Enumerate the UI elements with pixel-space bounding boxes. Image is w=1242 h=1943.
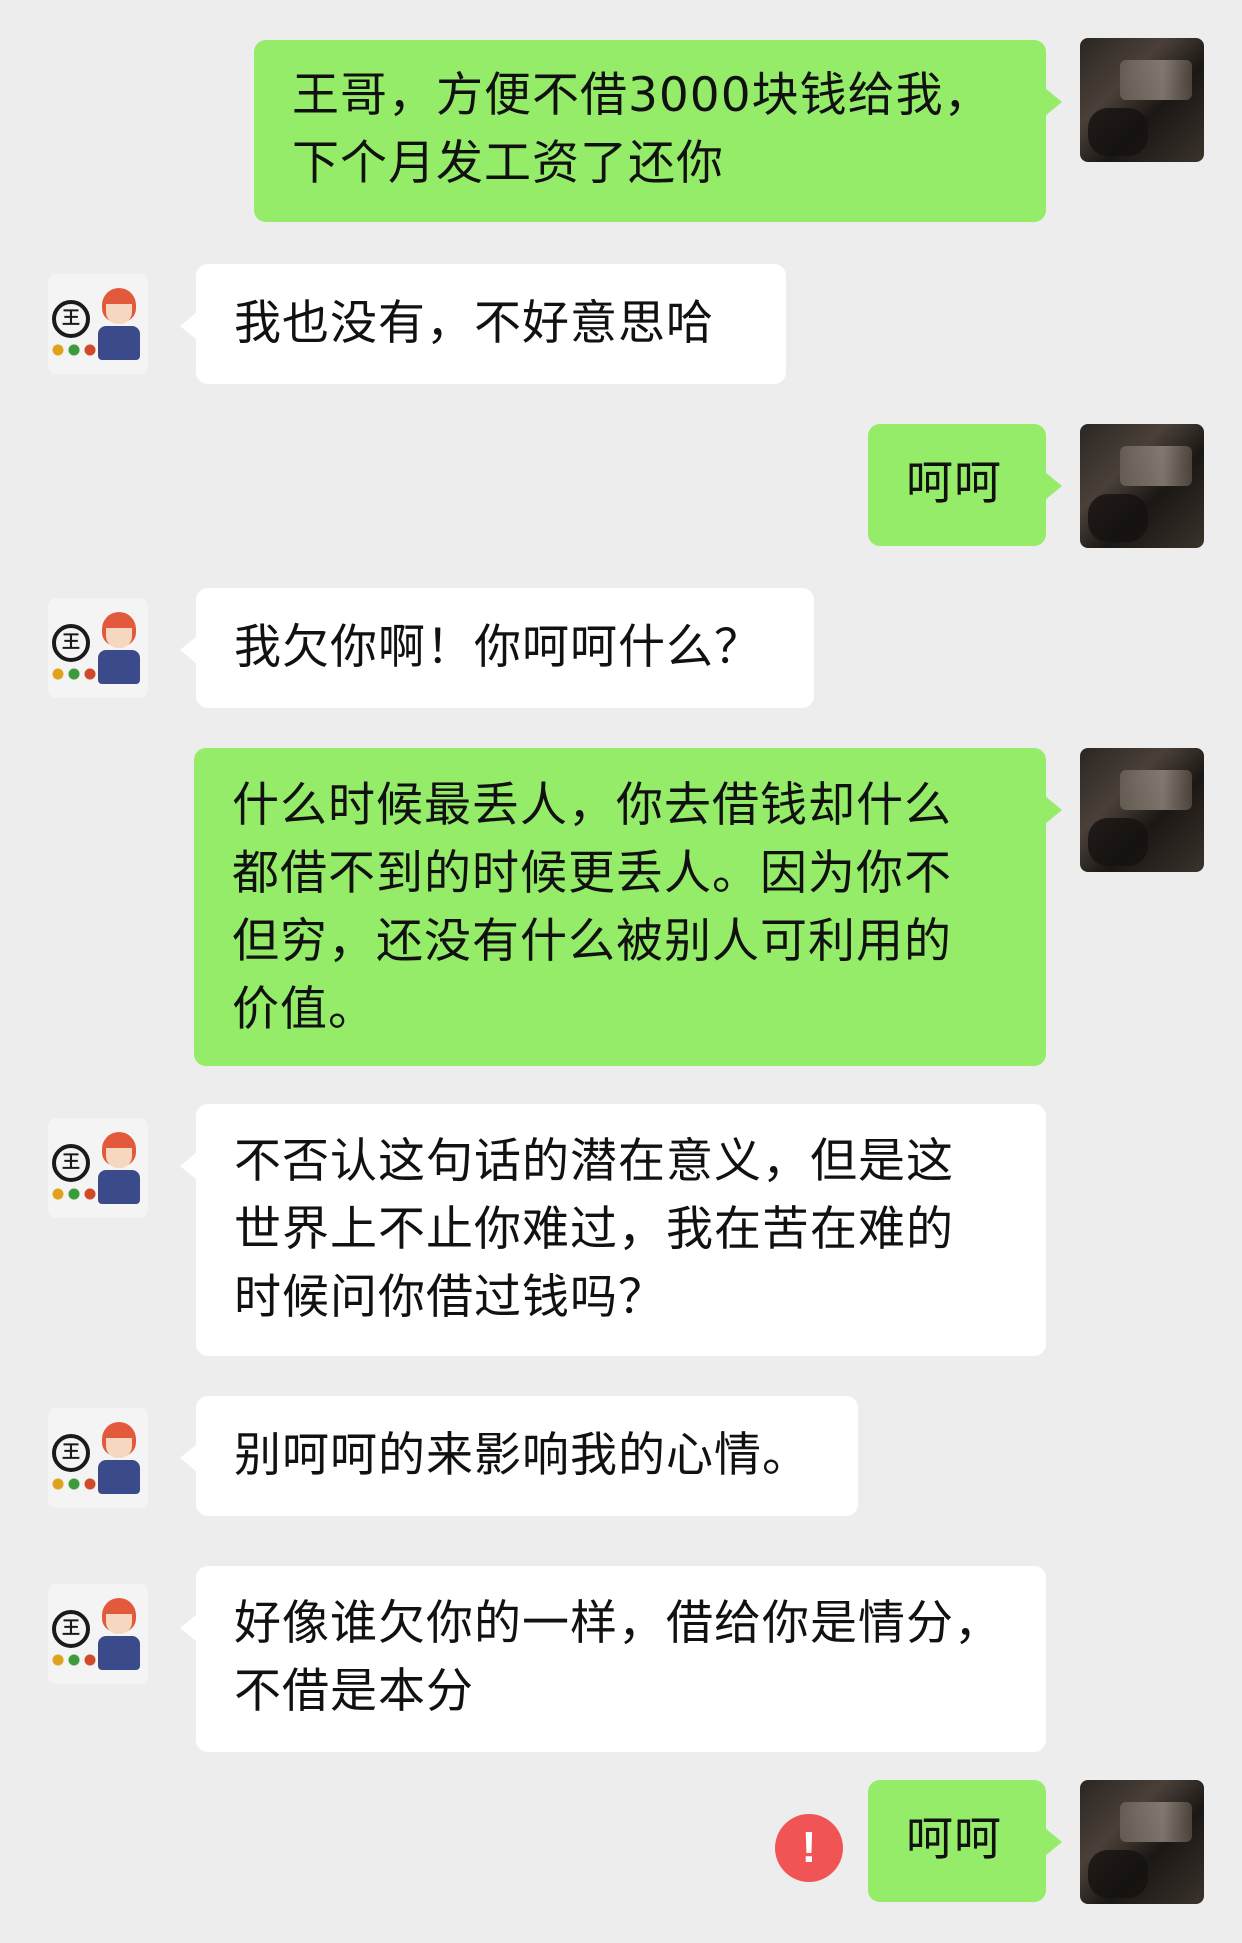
contact-logo-icon: 王 bbox=[52, 1610, 90, 1648]
avatar-photo-detail bbox=[1088, 108, 1148, 156]
contact-logo-icon: 王 bbox=[52, 624, 90, 662]
avatar-photo-detail bbox=[1120, 770, 1192, 810]
self-avatar[interactable] bbox=[1080, 38, 1204, 162]
avatar-photo-detail bbox=[1120, 1802, 1192, 1842]
contact-logo-dots bbox=[52, 1478, 98, 1490]
cartoon-body-icon bbox=[98, 1636, 140, 1670]
contact-logo-dots bbox=[52, 1654, 98, 1666]
avatar-photo-detail bbox=[1120, 60, 1192, 100]
incoming-message-bubble[interactable]: 我也没有，不好意思哈 bbox=[180, 264, 786, 384]
cartoon-face-icon bbox=[106, 1148, 132, 1168]
cartoon-face-icon bbox=[106, 1438, 132, 1458]
contact-avatar[interactable]: 王 bbox=[48, 1584, 148, 1684]
contact-logo-icon: 王 bbox=[52, 1144, 90, 1182]
avatar-photo-detail bbox=[1088, 1850, 1148, 1898]
avatar-photo-detail bbox=[1088, 494, 1148, 542]
outgoing-message-bubble[interactable]: 呵呵 bbox=[868, 424, 1062, 546]
incoming-message-bubble[interactable]: 我欠你啊！你呵呵什么？ bbox=[180, 588, 814, 708]
contact-logo-dots bbox=[52, 1188, 98, 1200]
contact-avatar[interactable]: 王 bbox=[48, 1408, 148, 1508]
contact-avatar[interactable]: 王 bbox=[48, 274, 148, 374]
cartoon-body-icon bbox=[98, 1170, 140, 1204]
self-avatar[interactable] bbox=[1080, 748, 1204, 872]
incoming-message-bubble[interactable]: 好像谁欠你的一样，借给你是情分， 不借是本分 bbox=[180, 1566, 1046, 1752]
self-avatar[interactable] bbox=[1080, 424, 1204, 548]
outgoing-message-bubble[interactable]: 呵呵 bbox=[868, 1780, 1062, 1902]
cartoon-face-icon bbox=[106, 1614, 132, 1634]
contact-logo-icon: 王 bbox=[52, 1434, 90, 1472]
cartoon-face-icon bbox=[106, 628, 132, 648]
error-exclamation-icon[interactable]: ! bbox=[775, 1814, 843, 1882]
outgoing-message-bubble[interactable]: 王哥，方便不借3000块钱给我， 下个月发工资了还你 bbox=[254, 40, 1062, 222]
avatar-photo-detail bbox=[1120, 446, 1192, 486]
cartoon-body-icon bbox=[98, 650, 140, 684]
cartoon-face-icon bbox=[106, 304, 132, 324]
avatar-photo-detail bbox=[1088, 818, 1148, 866]
contact-logo-dots bbox=[52, 668, 98, 680]
contact-avatar[interactable]: 王 bbox=[48, 1118, 148, 1218]
outgoing-message-bubble[interactable]: 什么时候最丢人，你去借钱却什么 都借不到的时候更丢人。因为你不 但穷，还没有什么… bbox=[194, 748, 1062, 1066]
contact-logo-icon: 王 bbox=[52, 300, 90, 338]
self-avatar[interactable] bbox=[1080, 1780, 1204, 1904]
contact-avatar[interactable]: 王 bbox=[48, 598, 148, 698]
incoming-message-bubble[interactable]: 不否认这句话的潜在意义，但是这 世界上不止你难过，我在苦在难的 时候问你借过钱吗… bbox=[180, 1104, 1046, 1356]
cartoon-body-icon bbox=[98, 1460, 140, 1494]
cartoon-body-icon bbox=[98, 326, 140, 360]
chat-area[interactable]: 王哥，方便不借3000块钱给我， 下个月发工资了还你 王 我也没有，不好意思哈 … bbox=[0, 0, 1242, 1943]
incoming-message-bubble[interactable]: 别呵呵的来影响我的心情。 bbox=[180, 1396, 858, 1516]
contact-logo-dots bbox=[52, 344, 98, 356]
